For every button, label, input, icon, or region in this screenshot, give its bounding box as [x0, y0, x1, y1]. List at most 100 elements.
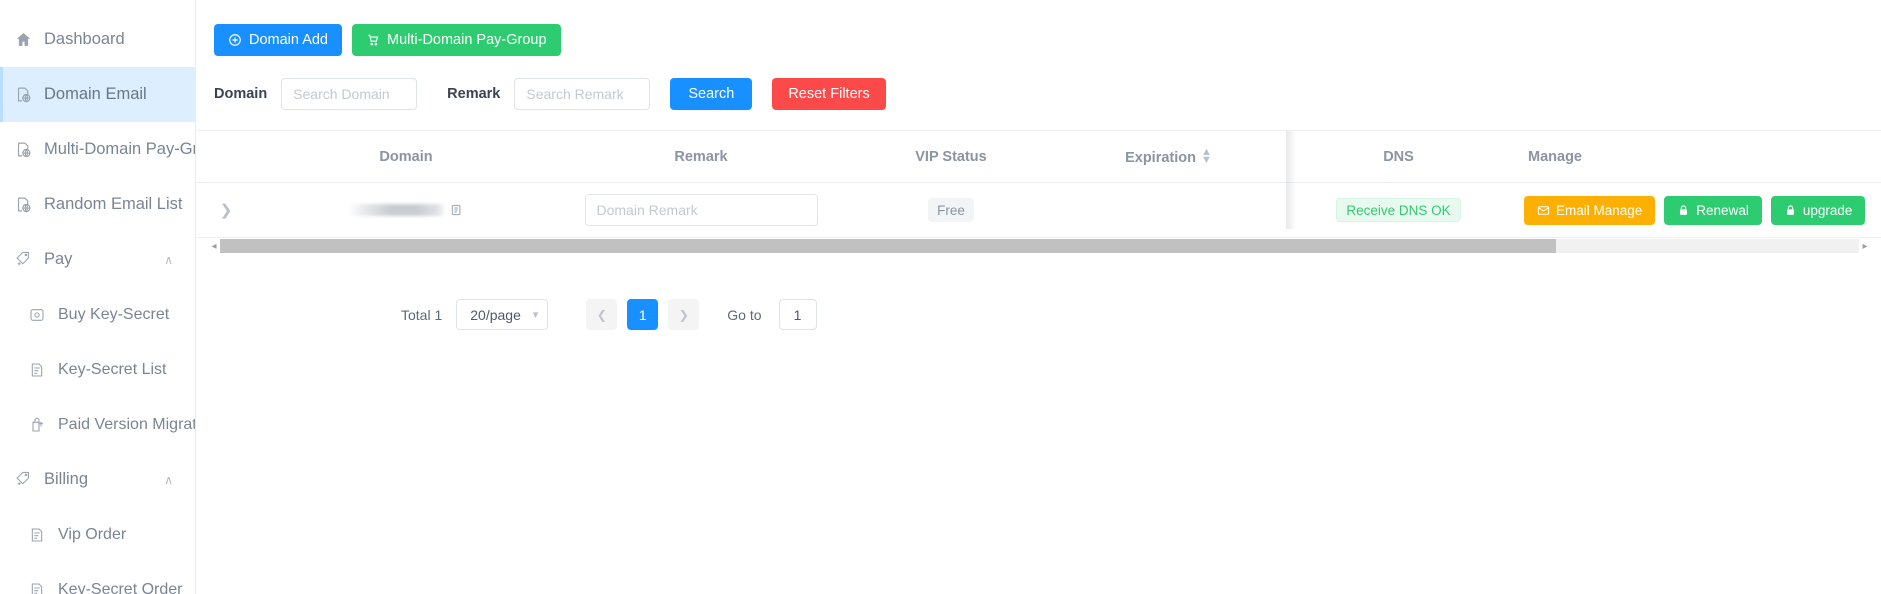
column-header-remark: Remark: [556, 131, 846, 183]
domain-value-redacted: [348, 204, 444, 216]
sidebar-item-multi-domain-pay-group[interactable]: Multi-Domain Pay-Group: [0, 122, 195, 177]
sidebar-item-paid-version-migration[interactable]: Paid Version Migration: [0, 397, 195, 452]
sidebar-item-label: Key-Secret Order: [58, 580, 183, 594]
sidebar-group-billing[interactable]: Billing ∧: [0, 452, 195, 507]
column-header-expiration[interactable]: Expiration ▲ ▼: [1056, 131, 1281, 183]
search-button-label: Search: [688, 86, 735, 102]
sidebar-item-label: Vip Order: [58, 525, 127, 543]
domain-filter-label: Domain: [214, 86, 268, 102]
chevron-right-icon: ❯: [678, 307, 689, 322]
chevron-right-icon[interactable]: ❯: [220, 202, 233, 219]
reset-filters-label: Reset Filters: [788, 86, 870, 102]
list-icon: [22, 527, 52, 543]
main-content: Domain Add Multi-Domain Pay-Group Domain…: [196, 0, 1881, 594]
renewal-button[interactable]: Renewal: [1664, 195, 1762, 225]
tag-icon: [8, 471, 38, 488]
wallet-icon: [22, 307, 52, 323]
search-button[interactable]: Search: [670, 78, 753, 110]
filter-bar: Domain Remark Search Reset Filters: [196, 56, 1881, 110]
domain-icon: [8, 196, 38, 213]
row-remark-cell: [556, 182, 846, 238]
column-header-expand: [196, 131, 256, 183]
sidebar-item-buy-key-secret[interactable]: Buy Key-Secret: [0, 287, 195, 342]
multi-domain-label: Multi-Domain Pay-Group: [387, 32, 547, 48]
reset-filters-button[interactable]: Reset Filters: [772, 78, 886, 110]
sidebar-item-vip-order[interactable]: Vip Order: [0, 507, 195, 562]
upgrade-button[interactable]: upgrade: [1770, 195, 1866, 225]
sort-icon[interactable]: ▲ ▼: [1201, 147, 1212, 166]
dns-status-badge: Receive DNS OK: [1336, 198, 1461, 222]
column-header-vip-status: VIP Status: [846, 131, 1056, 183]
column-header-manage: Manage: [1516, 131, 1881, 183]
lock-icon: [1784, 204, 1797, 217]
action-toolbar: Domain Add Multi-Domain Pay-Group: [196, 0, 1881, 56]
home-icon: [8, 31, 38, 48]
horizontal-scrollbar[interactable]: ◂ ▸: [208, 238, 1871, 254]
app-root: Dashboard Domain Email Multi-Domain Pay-…: [0, 0, 1881, 594]
page-size-label: 20/page: [470, 306, 521, 323]
sidebar-item-label: Key-Secret List: [58, 360, 167, 378]
email-manage-button[interactable]: Email Manage: [1524, 195, 1656, 225]
scrollbar-thumb[interactable]: [220, 239, 1556, 253]
sidebar-item-label: Random Email List: [44, 195, 183, 213]
sidebar-item-domain-email[interactable]: Domain Email: [0, 67, 195, 122]
pagination-prev-button[interactable]: ❮: [586, 299, 618, 330]
renewal-label: Renewal: [1696, 202, 1749, 218]
sidebar-item-dashboard[interactable]: Dashboard: [0, 12, 195, 67]
column-header-dns: DNS: [1281, 131, 1516, 183]
pagination-total: Total 1: [401, 306, 443, 323]
chevron-down-icon: ▾: [532, 309, 539, 321]
envelope-icon: [1537, 204, 1550, 217]
table-row: ❯ Domain Remark Free Receive DNS OK Emai…: [196, 182, 1881, 238]
domain-table: Domain Remark VIP Status Expiration ▲ ▼ DN…: [196, 130, 1881, 238]
sidebar-item-label: Pay: [44, 250, 73, 268]
upgrade-label: upgrade: [1802, 202, 1853, 218]
sidebar-item-label: Multi-Domain Pay-Group: [44, 140, 195, 158]
domain-icon: [8, 86, 38, 103]
domain-add-button[interactable]: Domain Add: [214, 24, 342, 56]
domain-icon: [8, 141, 38, 158]
list-icon: [22, 362, 52, 378]
row-manage-cell: Email Manage Renewal upgrade: [1516, 182, 1881, 238]
remark-filter-label: Remark: [447, 86, 501, 102]
row-vip-status-cell: Free: [846, 182, 1056, 238]
pagination: Total 1 20/page ▾ ❮ 1 ❯ Go to: [196, 254, 1881, 330]
tag-icon: [8, 251, 38, 268]
row-expand-cell[interactable]: ❯: [196, 182, 256, 238]
row-dns-cell: Receive DNS OK: [1281, 182, 1516, 238]
sidebar-item-label: Domain Email: [44, 85, 147, 103]
pagination-next-button[interactable]: ❯: [668, 299, 700, 330]
scrollbar-track[interactable]: [220, 239, 1859, 253]
domain-add-label: Domain Add: [249, 32, 328, 48]
row-expiration-cell: [1056, 182, 1281, 238]
sidebar-item-key-secret-order[interactable]: Key-Secret Order: [0, 562, 195, 594]
copy-icon[interactable]: [450, 203, 464, 217]
upload-icon: [22, 417, 52, 433]
column-header-domain: Domain: [256, 131, 556, 183]
sidebar-item-random-email-list[interactable]: Random Email List: [0, 177, 195, 232]
page-size-select[interactable]: 20/page ▾: [456, 299, 549, 330]
chevron-left-icon: ❮: [596, 307, 607, 322]
scroll-right-arrow-icon[interactable]: ▸: [1859, 241, 1871, 252]
search-remark-input[interactable]: [514, 78, 651, 110]
sidebar-item-label: Paid Version Migration: [58, 415, 195, 433]
pagination-goto-input[interactable]: [778, 299, 817, 330]
status-badge: Free: [928, 198, 974, 222]
chevron-up-icon: ∧: [164, 472, 173, 487]
column-header-expiration-label: Expiration: [1125, 150, 1196, 166]
multi-domain-pay-group-button[interactable]: Multi-Domain Pay-Group: [352, 24, 561, 56]
scroll-left-arrow-icon[interactable]: ◂: [208, 241, 220, 252]
email-manage-label: Email Manage: [1556, 202, 1643, 218]
pagination-goto-label: Go to: [727, 306, 762, 323]
pagination-page-1[interactable]: 1: [627, 299, 659, 330]
sidebar-item-label: Billing: [44, 470, 89, 488]
lock-icon: [1677, 204, 1690, 217]
sidebar-item-key-secret-list[interactable]: Key-Secret List: [0, 342, 195, 397]
sidebar-item-label: Dashboard: [44, 30, 125, 48]
domain-remark-input[interactable]: [584, 194, 818, 226]
chevron-up-icon: ∧: [164, 252, 173, 267]
table-header-row: Domain Remark VIP Status Expiration ▲ ▼ DN…: [196, 131, 1881, 183]
plus-circle-icon: [228, 33, 242, 47]
sidebar-group-pay[interactable]: Pay ∧: [0, 232, 195, 287]
search-domain-input[interactable]: [281, 78, 418, 110]
